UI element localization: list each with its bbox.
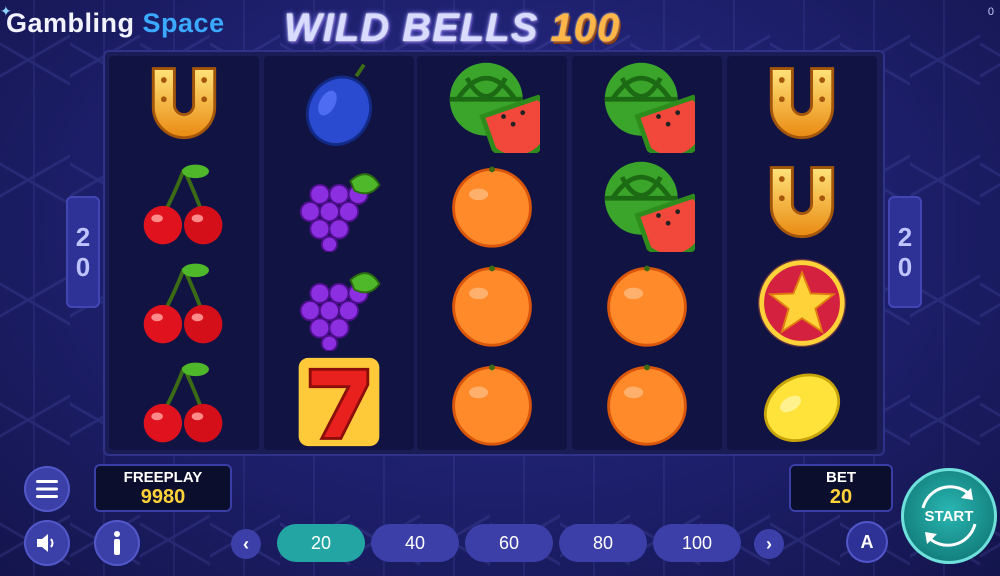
freeplay-label: FREEPLAY <box>123 469 203 486</box>
lemon-icon <box>727 353 877 451</box>
freeplay-panel: FREEPLAY 9980 <box>94 464 232 512</box>
bet-option-40[interactable]: 40 <box>371 524 459 562</box>
game-title-number: 100 <box>550 6 621 50</box>
start-label: START <box>924 507 974 525</box>
grapes-icon <box>264 155 414 253</box>
autoplay-button[interactable]: A <box>846 521 888 563</box>
watermelon-icon <box>417 56 567 154</box>
reel-column <box>109 56 259 450</box>
lines-digit: 0 <box>75 252 91 282</box>
bet-label: BET <box>826 469 856 486</box>
reel-column <box>264 56 414 450</box>
brand-word-2: Space <box>142 8 225 38</box>
orange-icon <box>572 353 722 451</box>
horseshoe-icon <box>727 56 877 154</box>
bet-option-20[interactable]: 20 <box>277 524 365 562</box>
lines-digit: 2 <box>897 222 913 252</box>
bet-option-80[interactable]: 80 <box>559 524 647 562</box>
chevron-right-icon: › <box>766 533 772 554</box>
corner-counter: 0 <box>987 6 994 18</box>
orange-icon <box>572 254 722 352</box>
speaker-icon <box>37 534 54 552</box>
plum-icon <box>264 56 414 154</box>
brand-logo: Gambling Space <box>6 8 225 39</box>
autoplay-label: A <box>860 531 874 552</box>
reel-grid <box>103 50 885 456</box>
brand-word-1: Gambling <box>6 8 135 38</box>
cherry-icon <box>109 155 259 253</box>
seven-icon <box>264 353 414 451</box>
watermelon-icon <box>572 155 722 253</box>
hamburger-icon <box>36 480 58 498</box>
grapes-icon <box>264 254 414 352</box>
cherry-icon <box>109 353 259 451</box>
bet-option-60[interactable]: 60 <box>465 524 553 562</box>
watermelon-icon <box>572 56 722 154</box>
star-icon <box>727 254 877 352</box>
reel-column <box>572 56 722 450</box>
chevron-left-icon: ‹ <box>243 533 249 554</box>
sound-button[interactable] <box>24 520 70 566</box>
info-icon <box>114 531 120 555</box>
bet-option-100[interactable]: 100 <box>653 524 741 562</box>
info-button[interactable] <box>94 520 140 566</box>
top-bar: ✦ Gambling Space WILD BELLS 100 0 <box>0 0 1000 52</box>
lines-digit: 0 <box>897 252 913 282</box>
orange-icon <box>417 353 567 451</box>
bet-value: 20 <box>829 486 853 508</box>
reel-column <box>727 56 877 450</box>
reel-column <box>417 56 567 450</box>
lines-indicator-left: 2 0 <box>66 196 100 308</box>
bet-next-button[interactable]: › <box>754 529 784 559</box>
lines-indicator-right: 2 0 <box>888 196 922 308</box>
lines-digit: 2 <box>75 222 91 252</box>
orange-icon <box>417 254 567 352</box>
horseshoe-icon <box>727 155 877 253</box>
freeplay-value: 9980 <box>140 486 186 508</box>
orange-icon <box>417 155 567 253</box>
game-title: WILD BELLS 100 <box>284 6 620 51</box>
cherry-icon <box>109 254 259 352</box>
bet-panel: BET 20 <box>789 464 893 512</box>
game-title-main: WILD BELLS <box>284 6 539 50</box>
start-button[interactable]: START <box>901 468 997 564</box>
horseshoe-icon <box>109 56 259 154</box>
bet-prev-button[interactable]: ‹ <box>231 529 261 559</box>
menu-button[interactable] <box>24 466 70 512</box>
